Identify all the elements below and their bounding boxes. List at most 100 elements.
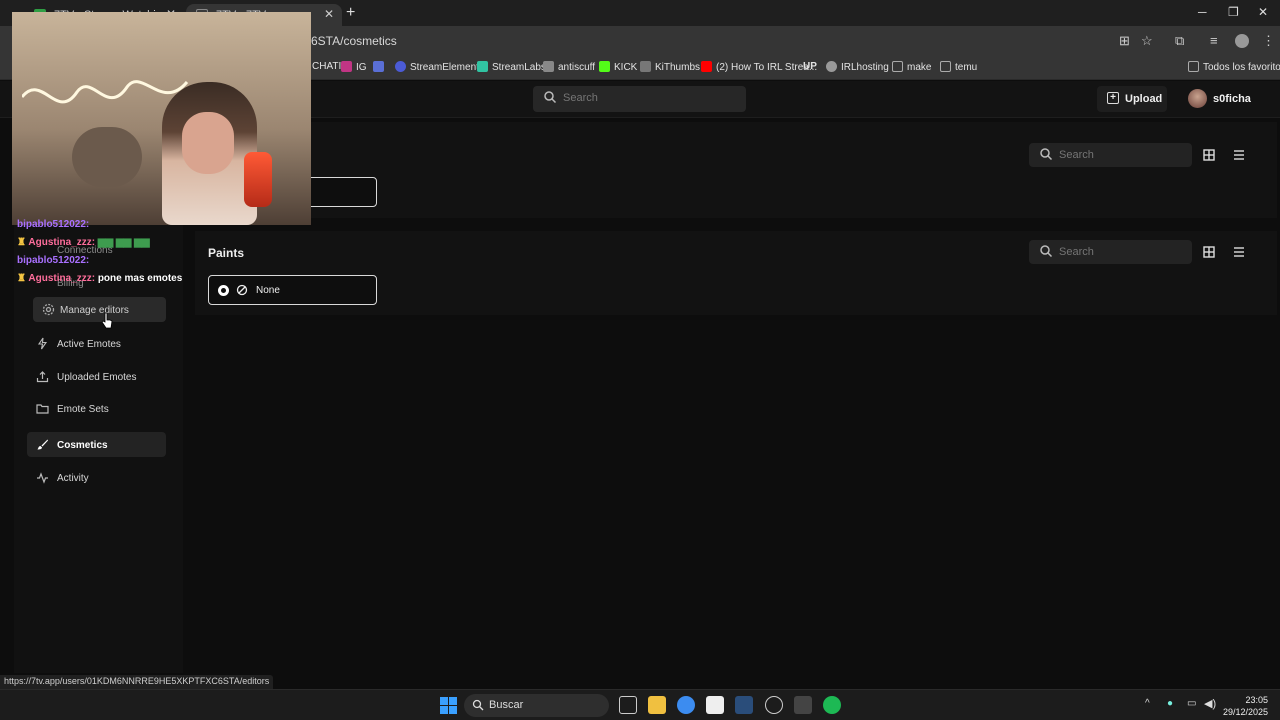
bookmark-item[interactable]: make (892, 61, 931, 73)
file-explorer-icon[interactable] (648, 696, 666, 714)
capcut-icon[interactable] (706, 696, 724, 714)
chat-text: pone mas emotes (97, 273, 183, 284)
chat-username: Agustina_zzz: (28, 273, 96, 284)
sidebar-item-active-emotes[interactable]: Active Emotes (27, 331, 166, 356)
folder-icon (892, 61, 903, 72)
all-bookmarks-folder[interactable]: Todos los favoritos (1188, 61, 1280, 73)
windows-start-icon[interactable] (440, 697, 457, 714)
sidebar-item-cosmetics[interactable]: Cosmetics (27, 432, 166, 457)
bookmark-item[interactable]: UP (803, 61, 817, 72)
microphone-icon[interactable]: ● (1167, 698, 1173, 709)
badges-section (195, 122, 1277, 218)
bookmark-item[interactable]: CHATI (312, 61, 341, 72)
chat-message: bipablo512022: (17, 219, 89, 230)
bookmark-item[interactable]: KiThumbs (640, 61, 700, 73)
translate-icon[interactable]: ⊞ (1119, 33, 1130, 49)
youtube-icon (701, 61, 712, 72)
sidebar-item-emote-sets[interactable]: Emote Sets (27, 396, 166, 421)
obs-icon[interactable] (765, 696, 783, 714)
steam-icon[interactable] (735, 696, 753, 714)
bookmark-item[interactable]: StreamElements (395, 61, 484, 73)
paints-search-input[interactable] (1059, 246, 1209, 258)
paints-title: Paints (208, 246, 245, 260)
globe-icon (826, 61, 837, 72)
minimize-button[interactable]: ─ (1198, 5, 1207, 19)
bookmark-item[interactable]: temu (940, 61, 977, 73)
sidebar-item-label: Emote Sets (57, 404, 109, 415)
close-window-button[interactable]: ✕ (1258, 5, 1268, 19)
chat-message: ♜ Agustina_zzz: ▆▆ ▆▆ ▆▆ (17, 237, 150, 248)
sidebar-item-uploaded-emotes[interactable]: Uploaded Emotes (27, 364, 166, 389)
bookmark-label: IG (356, 62, 367, 73)
grid-view-icon[interactable] (1198, 241, 1220, 263)
sidebar-item-label: Active Emotes (57, 339, 121, 350)
grid-view-icon[interactable] (1198, 144, 1220, 166)
username[interactable]: s0ficha (1213, 93, 1251, 105)
network-icon[interactable]: ▭ (1187, 698, 1196, 709)
avatar[interactable] (1188, 89, 1207, 108)
global-search[interactable] (533, 86, 746, 112)
paint-option-label: None (256, 285, 280, 296)
sidebar-item-label: Cosmetics (57, 440, 108, 451)
bookmark-item[interactable]: IG (341, 61, 367, 73)
kithumbs-icon (640, 61, 651, 72)
sidebar-item-label: Uploaded Emotes (57, 372, 137, 383)
volume-icon[interactable]: ◀) (1204, 697, 1216, 710)
gear-icon (42, 303, 55, 316)
paints-search[interactable] (1029, 240, 1209, 264)
microphone-image (244, 152, 272, 207)
sidebar-item-label: Activity (57, 473, 89, 484)
taskbar-search[interactable]: Buscar (464, 694, 609, 717)
search-icon (1040, 245, 1053, 258)
antiscuff-icon (543, 61, 554, 72)
chevron-up-icon[interactable]: ^ (1145, 698, 1150, 709)
chat-message: ♜ Agustina_zzz: pone mas emotes (17, 273, 182, 284)
bookmark-item[interactable]: (2) How To IRL Strea... (701, 61, 817, 73)
bookmark-label: StreamElements (410, 62, 484, 73)
folder-icon (940, 61, 951, 72)
chat-username: bipablo512022: (17, 219, 90, 230)
sidebar-item-activity[interactable]: Activity (27, 465, 166, 490)
extensions-icon[interactable]: ⧉ (1175, 33, 1184, 49)
upload-button[interactable]: + Upload (1097, 86, 1167, 112)
kick-icon (599, 61, 610, 72)
global-search-input[interactable] (563, 92, 713, 104)
maximize-button[interactable]: ❐ (1228, 5, 1239, 19)
badges-search-input[interactable] (1059, 149, 1209, 161)
paint-option-none[interactable]: None (208, 275, 377, 305)
bookmark-label: UP (803, 61, 817, 72)
folder-icon (1188, 61, 1199, 72)
bookmark-label: CHATI (312, 61, 342, 72)
chat-username: Agustina_zzz: (28, 237, 96, 248)
new-tab-button[interactable]: + (346, 4, 355, 22)
spotify-icon[interactable] (823, 696, 841, 714)
taskbar-clock[interactable]: 23:05 29/12/2025 (1222, 694, 1268, 718)
manage-editors-button[interactable]: Manage editors (33, 297, 166, 322)
task-view-icon[interactable] (619, 696, 637, 714)
list-view-icon[interactable] (1228, 144, 1250, 166)
upload-label: Upload (1125, 93, 1163, 105)
bookmark-item[interactable] (373, 61, 388, 73)
badge-icon: ♜ (17, 237, 29, 248)
bookmark-item[interactable]: IRLhosting (826, 61, 889, 73)
windows-taskbar: Buscar ^ ● ▭ ◀) 23:05 29/12/2025 (0, 689, 1280, 720)
epic-games-icon[interactable] (794, 696, 812, 714)
main-content: Paints None (183, 118, 1280, 673)
bookmark-label: (2) How To IRL Strea... (716, 62, 818, 73)
media-icon[interactable]: ≡ (1210, 33, 1218, 48)
bookmark-item[interactable]: StreamLabs (477, 61, 546, 73)
webcam-overlay (12, 12, 311, 225)
star-icon[interactable]: ☆ (1141, 33, 1153, 49)
bookmark-item[interactable]: KICK (599, 61, 637, 73)
activity-icon (37, 472, 48, 484)
chrome-icon[interactable] (677, 696, 695, 714)
tab-close-icon[interactable]: ✕ (324, 7, 334, 21)
profile-icon[interactable] (1235, 34, 1249, 48)
bookmark-item[interactable]: antiscuff (543, 61, 595, 73)
list-view-icon[interactable] (1228, 241, 1250, 263)
brush-icon (37, 439, 48, 450)
bolt-icon (37, 337, 48, 350)
badges-search[interactable] (1029, 143, 1209, 167)
menu-icon[interactable]: ⋮ (1262, 33, 1275, 49)
address-bar[interactable]: 6STA/cosmetics (311, 34, 397, 48)
